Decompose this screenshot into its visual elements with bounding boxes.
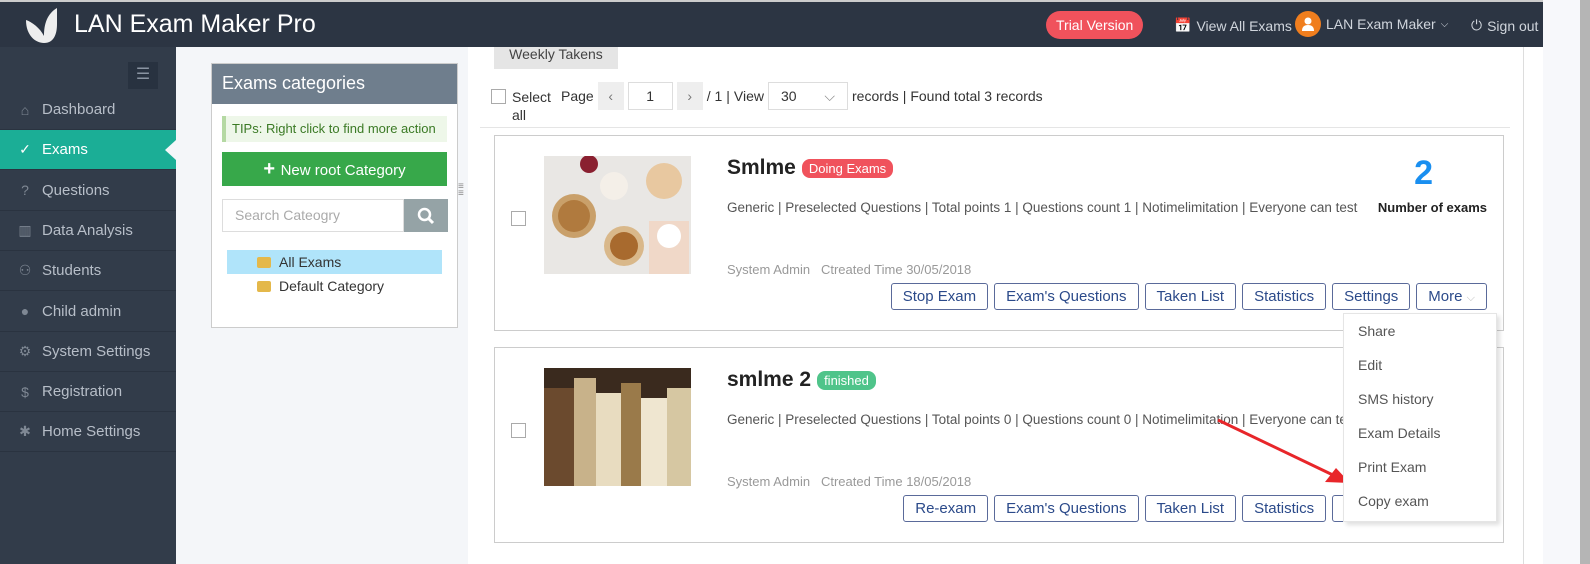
app-title: LAN Exam Maker Pro: [74, 10, 316, 38]
sign-out-link[interactable]: ⏻ Sign out: [1471, 17, 1538, 34]
home-icon: ⌂: [20, 101, 30, 118]
sidebar-item-questions[interactable]: ? Questions: [0, 171, 176, 211]
re-exam-button[interactable]: Re-exam: [903, 495, 989, 522]
more-button[interactable]: More ⌵: [1416, 283, 1487, 310]
gear-icon: ⚙: [18, 342, 32, 359]
menu-toggle-icon[interactable]: ☰: [128, 62, 158, 89]
search-category-input[interactable]: Search Cateogry: [222, 199, 404, 232]
next-page-button[interactable]: ›: [676, 82, 703, 110]
exam-checkbox[interactable]: [511, 423, 526, 438]
page-input[interactable]: 1: [627, 82, 673, 110]
status-badge: finished: [817, 370, 876, 390]
folder-icon: [257, 281, 271, 292]
exam-count-label: Number of exams: [1377, 200, 1487, 215]
tips-text: TIPs: Right click to find more action: [222, 116, 447, 142]
view-count-select[interactable]: 30 ⌵: [768, 82, 849, 110]
sidebar-item-data-analysis[interactable]: ▥ Data Analysis: [0, 211, 176, 251]
categories-title: Exams categories: [212, 64, 457, 104]
exam-count: 2: [1414, 154, 1433, 192]
menu-item-print-exam[interactable]: Print Exam: [1358, 459, 1426, 475]
tab-weekly-takens[interactable]: Weekly Takens: [494, 47, 618, 69]
exam-s-questions-button[interactable]: Exam's Questions: [994, 283, 1139, 310]
active-indicator: [165, 140, 176, 160]
menu-item-edit[interactable]: Edit: [1358, 357, 1382, 373]
sidebar-item-registration[interactable]: $ Registration: [0, 372, 176, 413]
search-button[interactable]: [404, 199, 448, 232]
tree-item-all-exams[interactable]: All Exams: [227, 250, 442, 274]
puzzle-icon: ✱: [19, 423, 31, 440]
exam-s-questions-button[interactable]: Exam's Questions: [994, 495, 1139, 522]
person-icon: ●: [20, 303, 30, 319]
exam-card: Smlme Doing Exams Generic | Preselected Q…: [494, 135, 1504, 331]
user-icon: ⚇: [18, 262, 32, 279]
stop-exam-button[interactable]: Stop Exam: [890, 283, 989, 310]
panel-splitter[interactable]: ≡ ≡: [458, 182, 464, 199]
menu-item-copy-exam[interactable]: Copy exam: [1358, 493, 1429, 509]
new-root-category-button[interactable]: + New root Category: [222, 152, 447, 186]
view-all-exams-link[interactable]: 📅 View All Exams: [1174, 17, 1292, 34]
chevron-down-icon: ⌵: [1466, 292, 1475, 304]
exam-title[interactable]: smlme 2: [727, 368, 811, 392]
created-time: Ctreated Time 18/05/2018: [820, 474, 972, 489]
bar-chart-icon: ▥: [18, 221, 32, 238]
exam-thumbnail: [544, 156, 691, 274]
status-badge: Doing Exams: [801, 158, 894, 178]
menu-item-sms-history[interactable]: SMS history: [1358, 391, 1433, 407]
sidebar-item-home-settings[interactable]: ✱ Home Settings: [0, 412, 176, 453]
prev-page-button[interactable]: ‹: [597, 82, 624, 110]
check-circle-icon: ✓: [19, 141, 31, 158]
select-all-label: Select all: [512, 89, 551, 123]
folder-icon: [257, 257, 271, 268]
sidebar-item-dashboard[interactable]: ⌂ Dashboard: [0, 90, 176, 130]
more-dropdown-menu: Share Edit SMS history Exam Details Print Ex…: [1343, 313, 1497, 522]
question-icon: ?: [21, 182, 29, 199]
sidebar-item-exams[interactable]: ✓ Exams: [0, 130, 176, 171]
sidebar-item-child-admin[interactable]: ● Child admin: [0, 292, 176, 332]
chevron-down-icon: ⌵: [824, 88, 836, 104]
exam-author: System Admin: [727, 474, 811, 489]
sidebar-item-students[interactable]: ⚇ Students: [0, 251, 176, 292]
scrollbar[interactable]: [1580, 0, 1590, 564]
sidebar-item-system-settings[interactable]: ⚙ System Settings: [0, 332, 176, 372]
avatar: [1295, 11, 1321, 37]
exam-checkbox[interactable]: [511, 211, 526, 226]
exam-title[interactable]: Smlme: [727, 156, 796, 180]
user-menu[interactable]: LAN Exam Maker ⌵: [1295, 11, 1448, 37]
search-icon: [417, 207, 435, 224]
exam-thumbnail: [544, 368, 691, 486]
plus-icon: +: [263, 158, 281, 180]
categories-panel: Exams categories TIPs: Right click to fi…: [211, 63, 458, 328]
exam-author: System Admin: [727, 262, 811, 277]
dollar-icon: $: [21, 383, 29, 400]
app-logo: [26, 8, 57, 43]
exam-meta: Generic | Preselected Questions | Total …: [727, 200, 1358, 215]
taken-list-button[interactable]: Taken List: [1144, 283, 1237, 310]
chevron-down-icon: ⌵: [1440, 18, 1449, 30]
menu-item-exam-details[interactable]: Exam Details: [1358, 425, 1440, 441]
statistics-button[interactable]: Statistics: [1242, 283, 1327, 310]
calendar-icon: 📅: [1174, 17, 1192, 33]
trial-version-badge[interactable]: Trial Version: [1046, 11, 1144, 39]
menu-item-share[interactable]: Share: [1358, 323, 1395, 339]
settings-button[interactable]: Settings: [1332, 283, 1411, 310]
records-found: Found total 3 records: [910, 88, 1043, 104]
created-time: Ctreated Time 30/05/2018: [820, 262, 972, 277]
power-icon: ⏻: [1471, 17, 1483, 33]
tree-item-default-category[interactable]: Default Category: [227, 274, 442, 298]
